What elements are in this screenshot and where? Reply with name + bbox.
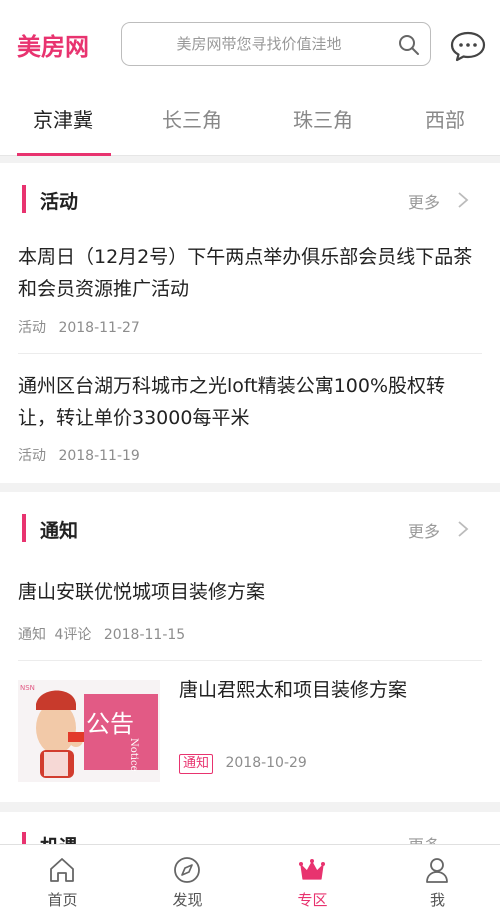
tab-jingjinji[interactable]: 京津冀: [33, 104, 93, 133]
thumb-text-2: Notice: [128, 738, 139, 772]
nav-label: 首页: [47, 891, 78, 909]
activity-section-header: 活动 更多: [0, 163, 500, 235]
nav-home[interactable]: 首页: [0, 845, 125, 911]
item-date: 2018-11-27: [58, 320, 140, 336]
item-meta: 通知 4评论 2018-11-15: [18, 624, 185, 644]
search-box[interactable]: [121, 22, 431, 66]
home-icon: [50, 858, 74, 882]
notice-illustration-image: 公告 Notice NSN: [18, 680, 160, 782]
activity-section: 活动 更多 本周日（12月2号）下午两点举办俱乐部会员线下品茶和会员资源推广活动…: [0, 163, 500, 483]
bottom-navigation: 首页 发现 专区 我: [0, 844, 500, 911]
item-category: 通知: [18, 627, 46, 643]
compass-icon: [174, 857, 200, 883]
item-title[interactable]: 通州区台湖万科城市之光loft精装公寓100%股权转让，转让单价33000每平米: [18, 370, 480, 434]
section-title: 机遇: [40, 832, 78, 844]
item-title[interactable]: 唐山君熙太和项目装修方案: [179, 674, 479, 706]
notice-section: 通知 更多 唐山安联优悦城项目装修方案 通知 4评论 2018-11-15 公告…: [0, 492, 500, 802]
nav-label: 我: [429, 891, 445, 909]
item-title[interactable]: 唐山安联优悦城项目装修方案: [18, 576, 480, 608]
tab-xibu[interactable]: 西部: [425, 104, 465, 133]
active-tab-indicator: [17, 153, 111, 156]
chevron-right-icon[interactable]: [457, 520, 469, 538]
crown-icon: [299, 859, 325, 880]
more-link[interactable]: 更多: [408, 189, 440, 213]
tab-zhusanjiao[interactable]: 珠三角: [293, 104, 353, 133]
nav-discover[interactable]: 发现: [125, 845, 250, 911]
tab-changsanjiao[interactable]: 长三角: [162, 104, 222, 133]
nav-label: 专区: [297, 891, 328, 909]
section-accent-bar: [22, 832, 26, 844]
item-category: 活动: [18, 448, 46, 464]
app-logo[interactable]: 美房网: [17, 27, 89, 62]
notice-thumbnail[interactable]: 公告 Notice NSN: [18, 680, 160, 782]
nav-zone[interactable]: 专区: [250, 845, 375, 911]
item-comments: 4评论: [54, 627, 92, 643]
divider: [18, 660, 482, 661]
item-date: 2018-10-29: [225, 755, 307, 771]
list-item-with-thumb[interactable]: 公告 Notice NSN 唐山君熙太和项目装修方案 通知 2018-10-29: [0, 679, 500, 784]
search-input[interactable]: [134, 31, 384, 57]
section-accent-bar: [22, 185, 26, 213]
opportunity-section: 机遇 更多: [0, 812, 500, 844]
divider: [18, 353, 482, 354]
person-icon: [426, 858, 448, 883]
section-title: 活动: [40, 191, 79, 213]
chevron-right-icon[interactable]: [457, 191, 469, 209]
thumb-text-1: 公告: [86, 710, 134, 738]
thumb-corner-text: NSN: [20, 684, 35, 692]
item-meta: 活动 2018-11-19: [18, 445, 140, 465]
nav-label: 发现: [172, 891, 203, 909]
item-date: 2018-11-19: [58, 448, 140, 464]
region-tabs: 京津冀 长三角 珠三角 西部: [0, 84, 500, 156]
item-category: 活动: [18, 320, 46, 336]
nav-me[interactable]: 我: [375, 845, 500, 911]
notice-tag: 通知: [179, 754, 214, 774]
notice-section-header: 通知 更多: [0, 492, 500, 564]
item-meta: 通知 2018-10-29: [179, 754, 307, 774]
more-link[interactable]: 更多: [408, 518, 440, 542]
item-date: 2018-11-15: [103, 627, 186, 643]
search-icon[interactable]: [398, 34, 420, 56]
item-meta: 活动 2018-11-27: [18, 317, 140, 337]
message-icon[interactable]: [450, 30, 486, 62]
top-bar: 美房网: [0, 0, 500, 84]
item-title[interactable]: 本周日（12月2号）下午两点举办俱乐部会员线下品茶和会员资源推广活动: [18, 241, 480, 305]
section-title: 通知: [40, 520, 79, 542]
section-accent-bar: [22, 514, 26, 542]
more-link[interactable]: 更多: [408, 832, 440, 844]
